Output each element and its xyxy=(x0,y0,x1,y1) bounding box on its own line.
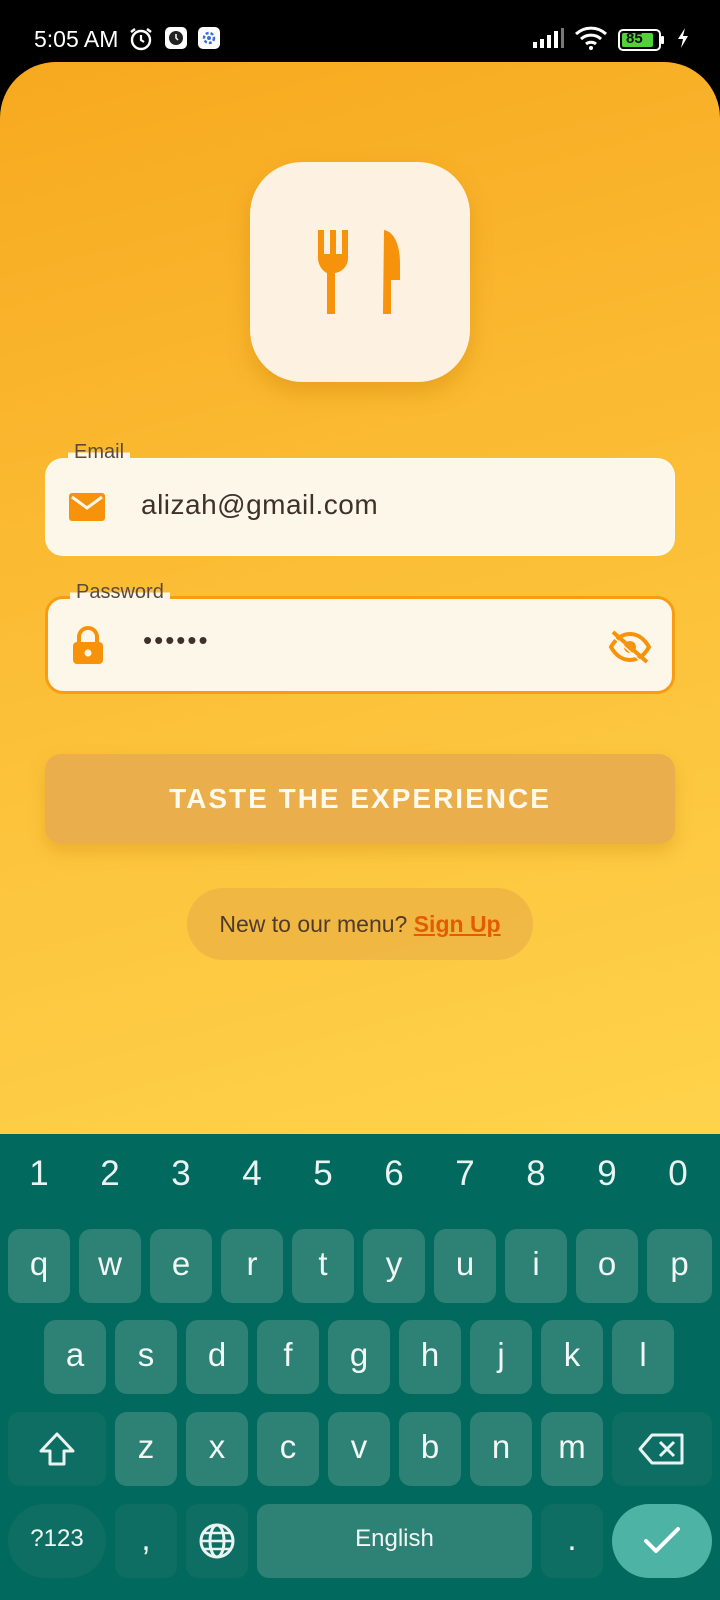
email-label: Email xyxy=(68,441,131,464)
status-bar: 5:05 AM 85 xyxy=(0,0,720,62)
email-field[interactable]: Email alizah@gmail.com xyxy=(45,441,675,556)
key-6[interactable]: 6 xyxy=(364,1154,424,1194)
key-3[interactable]: 3 xyxy=(151,1154,211,1194)
key-p[interactable]: p xyxy=(647,1229,712,1303)
key-9[interactable]: 9 xyxy=(577,1154,637,1194)
space-key[interactable]: English xyxy=(257,1504,532,1578)
key-b[interactable]: b xyxy=(399,1412,461,1486)
status-time: 5:05 AM xyxy=(34,26,119,52)
key-4[interactable]: 4 xyxy=(222,1154,282,1194)
key-0[interactable]: 0 xyxy=(648,1154,708,1194)
signup-link[interactable]: Sign Up xyxy=(414,911,501,937)
key-e[interactable]: e xyxy=(150,1229,212,1303)
key-r[interactable]: r xyxy=(221,1229,283,1303)
battery-level: 85 xyxy=(626,30,643,47)
password-field[interactable]: Password •••••• xyxy=(45,581,675,694)
number-row: 1 2 3 4 5 6 7 8 9 0 xyxy=(0,1154,720,1204)
key-g[interactable]: g xyxy=(328,1320,390,1394)
key-d[interactable]: d xyxy=(186,1320,248,1394)
password-value: •••••• xyxy=(143,625,210,655)
key-z[interactable]: z xyxy=(115,1412,177,1486)
key-n[interactable]: n xyxy=(470,1412,532,1486)
restaurant-utensils-icon xyxy=(318,230,400,314)
signal-icon xyxy=(532,27,564,53)
soft-keyboard: 1 2 3 4 5 6 7 8 9 0 q w e r t y u i o p … xyxy=(0,1134,720,1600)
signup-prompt: New to our menu? Sign Up xyxy=(187,888,533,960)
key-f[interactable]: f xyxy=(257,1320,319,1394)
key-j[interactable]: j xyxy=(470,1320,532,1394)
key-2[interactable]: 2 xyxy=(80,1154,140,1194)
signup-prompt-text: New to our menu? xyxy=(219,911,408,937)
key-m[interactable]: m xyxy=(541,1412,603,1486)
key-1[interactable]: 1 xyxy=(9,1154,69,1194)
key-x[interactable]: x xyxy=(186,1412,248,1486)
key-i[interactable]: i xyxy=(505,1229,567,1303)
check-icon xyxy=(644,1527,680,1553)
key-u[interactable]: u xyxy=(434,1229,496,1303)
key-o[interactable]: o xyxy=(576,1229,638,1303)
symbols-key[interactable]: ?123 xyxy=(8,1504,106,1578)
backspace-key[interactable] xyxy=(612,1412,712,1486)
shift-icon xyxy=(39,1432,75,1466)
key-t[interactable]: t xyxy=(292,1229,354,1303)
key-s[interactable]: s xyxy=(115,1320,177,1394)
key-w[interactable]: w xyxy=(79,1229,141,1303)
period-key[interactable]: . xyxy=(541,1504,603,1578)
key-k[interactable]: k xyxy=(541,1320,603,1394)
key-l[interactable]: l xyxy=(612,1320,674,1394)
key-q[interactable]: q xyxy=(8,1229,70,1303)
app-logo xyxy=(250,162,470,382)
eye-off-icon[interactable] xyxy=(608,629,652,669)
lock-icon xyxy=(70,625,106,669)
submit-button[interactable]: TASTE THE EXPERIENCE xyxy=(45,754,675,844)
language-key[interactable] xyxy=(186,1504,248,1578)
key-8[interactable]: 8 xyxy=(506,1154,566,1194)
globe-icon xyxy=(199,1523,235,1559)
battery-icon: 85 xyxy=(618,29,666,51)
comma-key[interactable]: , xyxy=(115,1504,177,1578)
wifi-icon xyxy=(574,26,608,54)
backspace-icon xyxy=(638,1433,684,1465)
password-label: Password xyxy=(70,581,170,604)
shift-key[interactable] xyxy=(8,1412,106,1486)
enter-key[interactable] xyxy=(612,1504,712,1578)
email-value: alizah@gmail.com xyxy=(141,489,379,520)
mail-icon xyxy=(68,490,106,528)
key-c[interactable]: c xyxy=(257,1412,319,1486)
clock-app-icon xyxy=(164,26,188,54)
key-h[interactable]: h xyxy=(399,1320,461,1394)
key-a[interactable]: a xyxy=(44,1320,106,1394)
settings-app-icon xyxy=(197,26,221,54)
key-5[interactable]: 5 xyxy=(293,1154,353,1194)
key-v[interactable]: v xyxy=(328,1412,390,1486)
alarm-icon xyxy=(128,26,154,56)
login-screen: Email alizah@gmail.com Password •••••• T… xyxy=(0,62,720,1134)
key-7[interactable]: 7 xyxy=(435,1154,495,1194)
charging-icon xyxy=(676,27,690,53)
key-y[interactable]: y xyxy=(363,1229,425,1303)
